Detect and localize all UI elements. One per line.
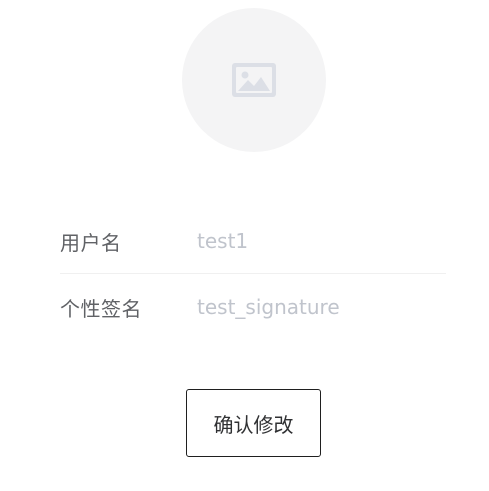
signature-row: 个性签名	[60, 275, 446, 339]
username-label: 用户名	[60, 230, 122, 255]
confirm-button[interactable]: 确认修改	[186, 389, 321, 457]
image-placeholder-icon	[232, 63, 276, 97]
username-input[interactable]	[197, 221, 446, 261]
signature-input[interactable]	[197, 287, 446, 327]
signature-label: 个性签名	[60, 296, 142, 321]
avatar[interactable]	[182, 8, 326, 152]
profile-edit-page: 用户名 个性签名 确认修改	[0, 0, 489, 491]
username-row: 用户名	[60, 209, 446, 274]
